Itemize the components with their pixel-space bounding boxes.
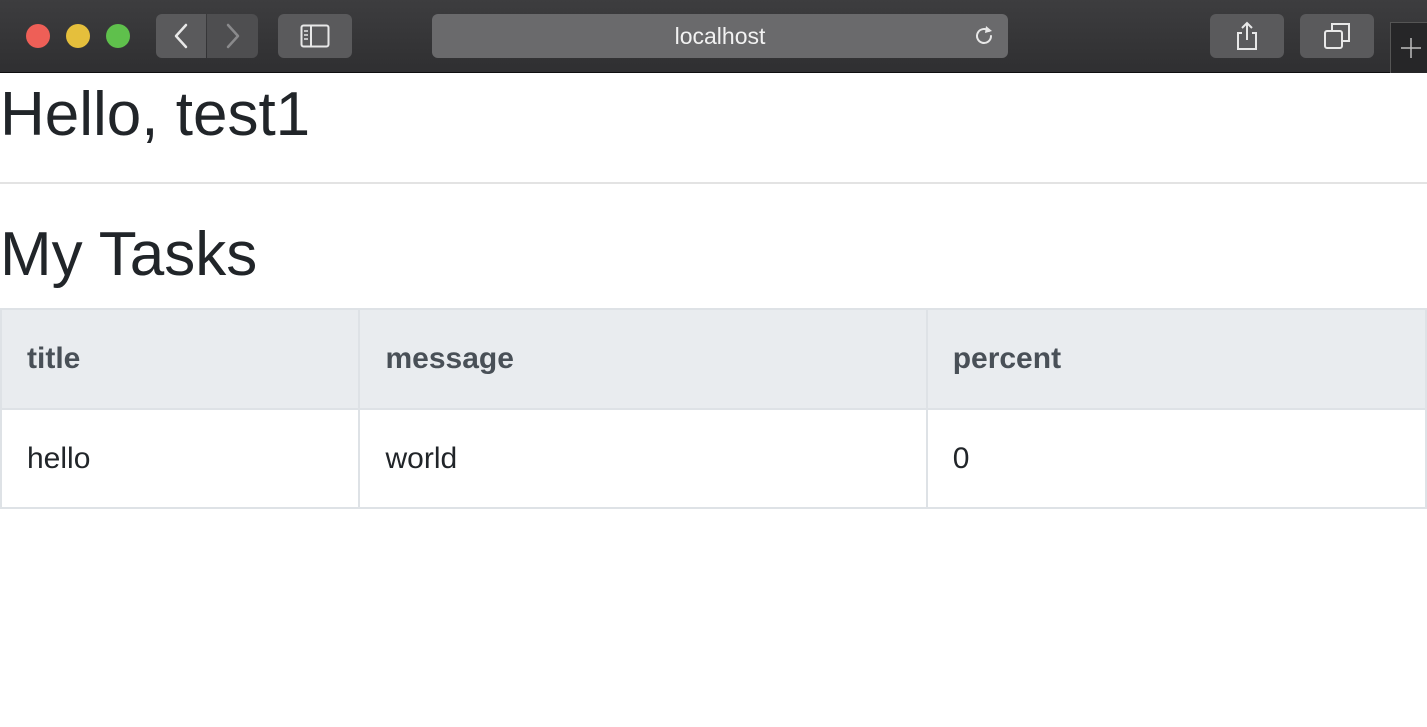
new-tab-button[interactable]: [1390, 22, 1427, 73]
reload-icon[interactable]: [972, 24, 996, 48]
cell-message: world: [358, 408, 928, 509]
maximize-window-button[interactable]: [106, 24, 130, 48]
sidebar-icon: [300, 24, 330, 48]
column-header-message: message: [358, 308, 928, 410]
tabs-overview-icon: [1324, 23, 1350, 49]
close-window-button[interactable]: [26, 24, 50, 48]
table-row: hello world 0: [0, 408, 1427, 509]
greeting-heading: Hello, test1: [0, 80, 311, 149]
share-button[interactable]: [1210, 14, 1284, 58]
cell-percent: 0: [925, 408, 1427, 509]
address-text: localhost: [674, 22, 766, 49]
table-header-row: title message percent: [0, 308, 1427, 410]
chevron-left-icon: [174, 23, 188, 49]
address-bar[interactable]: localhost: [432, 14, 1008, 58]
sidebar-toggle-button[interactable]: [278, 14, 352, 58]
column-header-title: title: [0, 308, 361, 410]
tasks-heading: My Tasks: [0, 220, 258, 289]
share-icon: [1237, 21, 1257, 50]
browser-toolbar: localhost: [0, 0, 1427, 73]
back-button[interactable]: [156, 14, 206, 58]
chevron-right-icon: [226, 23, 239, 49]
tasks-table: title message percent hello world 0: [0, 308, 1427, 509]
divider: [0, 182, 1427, 184]
cell-title: hello: [0, 408, 361, 509]
forward-button[interactable]: [207, 14, 258, 58]
plus-icon: [1400, 38, 1421, 58]
column-header-percent: percent: [925, 308, 1427, 410]
tab-overview-button[interactable]: [1300, 14, 1374, 58]
minimize-window-button[interactable]: [66, 24, 90, 48]
